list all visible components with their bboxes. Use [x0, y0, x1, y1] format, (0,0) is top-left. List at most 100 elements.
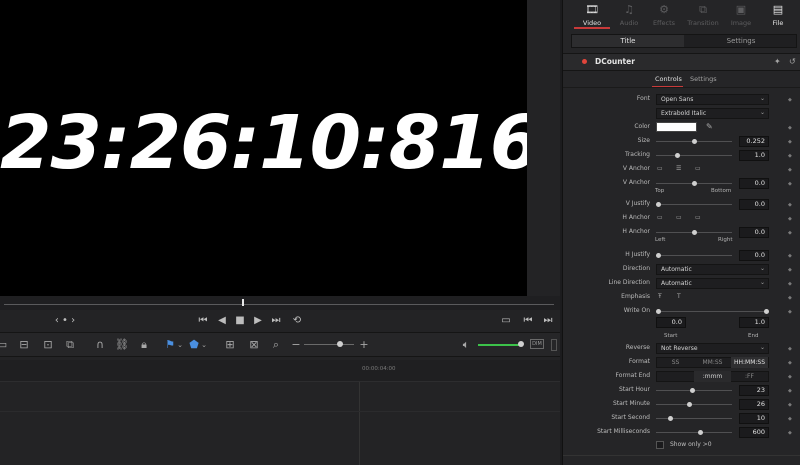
keyframe-dot[interactable]: ◆	[788, 415, 792, 423]
tab-effects[interactable]: ⚙ Effects	[644, 0, 684, 30]
stop-icon[interactable]: ■	[234, 315, 246, 327]
direction-dropdown[interactable]: Automatic	[656, 264, 769, 275]
write-on-end-knob[interactable]	[764, 309, 769, 314]
tab-file[interactable]: ▤ File	[758, 0, 798, 30]
eyedropper-icon[interactable]: ✎	[706, 121, 713, 132]
tab-video[interactable]: 🎞︎ Video	[572, 0, 612, 30]
snapping-magnet-icon[interactable]: ∩	[92, 338, 108, 352]
zoom-detail-icon[interactable]: ⊠	[246, 338, 262, 352]
align-top-icon[interactable]: ▭	[657, 164, 663, 174]
format-option-hhmmss[interactable]: HH:MM:SS	[731, 357, 768, 368]
tracking-slider-track[interactable]	[656, 155, 732, 156]
v-justify-value[interactable]: 0.0	[739, 199, 769, 210]
keyframe-dot[interactable]: ◆	[788, 294, 792, 302]
font-dropdown[interactable]: Open Sans	[656, 94, 769, 105]
jog-control[interactable]: ‹ • ›	[50, 315, 80, 327]
emphasis-text-icon[interactable]: T	[677, 292, 681, 302]
start-minute-slider-track[interactable]	[656, 404, 732, 405]
write-on-start-knob[interactable]	[656, 309, 661, 314]
start-hour-slider-knob[interactable]	[690, 388, 695, 393]
tab-controls-settings[interactable]: Settings	[690, 73, 717, 85]
zoom-in-icon[interactable]: +	[356, 338, 372, 352]
start-milliseconds-value[interactable]: 600	[739, 427, 769, 438]
h-anchor-slider-knob[interactable]	[692, 230, 697, 235]
keyframe-dot[interactable]: ◆	[788, 387, 792, 395]
marker-dropdown-chevron-icon[interactable]: ⌄	[196, 338, 212, 352]
video-viewer[interactable]: 23:26:10:816	[0, 0, 527, 296]
overwrite-clip-icon[interactable]: ⊡	[40, 338, 56, 352]
subtab-title[interactable]: Title	[572, 35, 684, 47]
align-right-icon[interactable]: ▭	[695, 213, 701, 223]
magic-wand-icon[interactable]: ✦	[774, 56, 781, 68]
line-direction-dropdown[interactable]: Automatic	[656, 278, 769, 289]
keyframe-dot[interactable]: ◆	[788, 215, 792, 223]
keyframe-dot[interactable]: ◆	[788, 373, 792, 381]
keyframe-dot[interactable]: ◆	[788, 429, 792, 437]
start-minute-slider-knob[interactable]	[687, 402, 692, 407]
toolbar-overflow-icon[interactable]	[551, 339, 557, 351]
keyframe-dot[interactable]: ◆	[788, 152, 792, 160]
show-only-checkbox[interactable]	[656, 441, 664, 449]
replace-clip-icon[interactable]: ⧉	[62, 338, 78, 352]
keyframe-dot[interactable]: ◆	[788, 166, 792, 174]
lock-icon[interactable]: 🔒︎	[136, 338, 152, 352]
subtab-settings[interactable]: Settings	[686, 35, 796, 47]
previous-clip-icon[interactable]: ⏮	[522, 315, 534, 327]
reset-icon[interactable]: ↺	[789, 56, 796, 68]
h-justify-slider-track[interactable]	[656, 255, 732, 256]
v-anchor-slider-knob[interactable]	[692, 181, 697, 186]
play-reverse-icon[interactable]: ◀	[216, 315, 228, 327]
tracking-value[interactable]: 1.0	[739, 150, 769, 161]
start-minute-value[interactable]: 26	[739, 399, 769, 410]
emphasis-bold-icon[interactable]: Ŧ	[658, 292, 662, 302]
keyframe-dot[interactable]: ◆	[788, 359, 792, 367]
tab-controls[interactable]: Controls	[655, 73, 682, 85]
trim-tool-icon[interactable]: ▭	[0, 338, 10, 352]
speaker-icon[interactable]: 🔈︎	[458, 338, 474, 352]
zoom-out-icon[interactable]: −	[288, 338, 304, 352]
v-justify-slider-track[interactable]	[656, 204, 732, 205]
v-justify-slider-knob[interactable]	[656, 202, 661, 207]
match-frame-icon[interactable]: ▭	[500, 315, 512, 327]
size-value[interactable]: 0.252	[739, 136, 769, 147]
insert-clip-icon[interactable]: ⊟	[16, 338, 32, 352]
scrubber-bar[interactable]	[0, 296, 560, 310]
tracking-slider-knob[interactable]	[675, 153, 680, 158]
align-left-icon[interactable]: ▭	[657, 213, 663, 223]
start-milliseconds-slider-knob[interactable]	[698, 430, 703, 435]
format-end-option-ff[interactable]: :FF	[731, 371, 768, 382]
timeline-ruler[interactable]	[0, 360, 560, 382]
keyframe-dot[interactable]: ◆	[788, 201, 792, 209]
play-icon[interactable]: ▶	[252, 315, 264, 327]
start-hour-value[interactable]: 23	[739, 385, 769, 396]
effect-enable-toggle[interactable]	[582, 59, 587, 64]
keyframe-dot[interactable]: ◆	[788, 401, 792, 409]
tab-audio[interactable]: ♫ Audio	[609, 0, 649, 30]
h-justify-slider-knob[interactable]	[656, 253, 661, 258]
v-anchor-value[interactable]: 0.0	[739, 178, 769, 189]
loop-icon[interactable]: ⟲	[290, 315, 304, 327]
write-on-range-track[interactable]	[656, 311, 768, 312]
align-bottom-icon[interactable]: ▭	[695, 164, 701, 174]
start-second-value[interactable]: 10	[739, 413, 769, 424]
zoom-full-icon[interactable]: ⊞	[222, 338, 238, 352]
h-justify-value[interactable]: 0.0	[739, 250, 769, 261]
zoom-custom-icon[interactable]: ⌕	[268, 338, 284, 352]
format-end-option-mmm[interactable]: :mmm	[694, 371, 731, 382]
start-second-slider-knob[interactable]	[668, 416, 673, 421]
dim-button[interactable]: DIM	[530, 339, 544, 349]
keyframe-dot[interactable]: ◆	[788, 180, 792, 188]
keyframe-dot[interactable]: ◆	[788, 96, 792, 104]
keyframe-dot[interactable]: ◆	[788, 280, 792, 288]
zoom-slider-track[interactable]	[304, 344, 354, 345]
next-clip-icon[interactable]: ⏭	[542, 315, 554, 327]
h-anchor-value[interactable]: 0.0	[739, 227, 769, 238]
font-style-dropdown[interactable]: Extrabold Italic	[656, 108, 769, 119]
playhead[interactable]	[242, 299, 244, 306]
keyframe-dot[interactable]: ◆	[788, 252, 792, 260]
go-to-start-icon[interactable]: ⏮	[197, 315, 209, 327]
start-milliseconds-slider-track[interactable]	[656, 432, 732, 433]
align-middle-icon[interactable]: ☰	[676, 164, 681, 174]
zoom-slider-knob[interactable]	[337, 341, 343, 347]
keyframe-dot[interactable]: ◆	[788, 266, 792, 274]
